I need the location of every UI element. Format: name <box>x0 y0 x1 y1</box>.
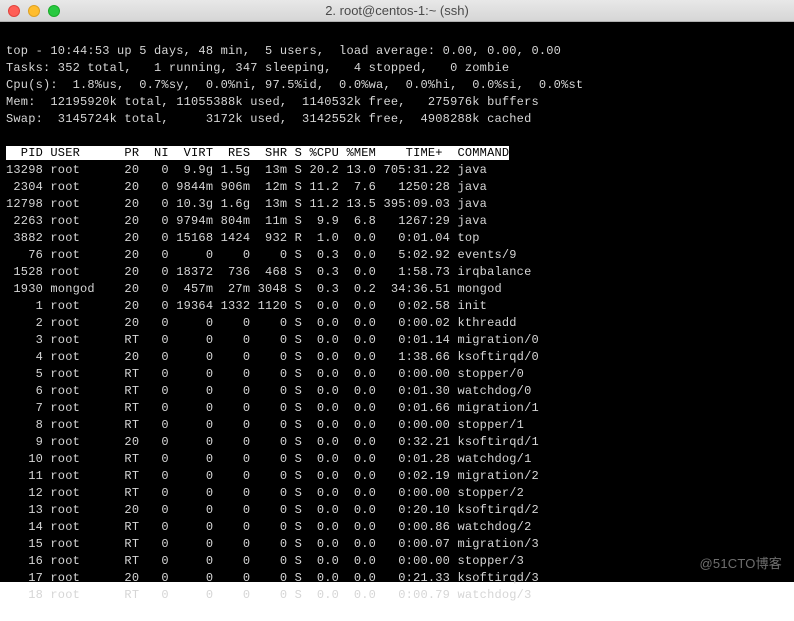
top-summary-line-3: Cpu(s): 1.8%us, 0.7%sy, 0.0%ni, 97.5%id,… <box>6 78 583 92</box>
traffic-lights <box>8 5 60 17</box>
watermark: @51CTO博客 <box>700 555 782 572</box>
top-summary-line-5: Swap: 3145724k total, 3172k used, 314255… <box>6 112 531 126</box>
terminal-output[interactable]: top - 10:44:53 up 5 days, 48 min, 5 user… <box>0 22 794 582</box>
window-titlebar: 2. root@centos-1:~ (ssh) <box>0 0 794 22</box>
top-summary-line-2: Tasks: 352 total, 1 running, 347 sleepin… <box>6 61 509 75</box>
process-table-body: 13298 root 20 0 9.9g 1.5g 13m S 20.2 13.… <box>6 163 539 602</box>
window-title: 2. root@centos-1:~ (ssh) <box>0 3 794 18</box>
minimize-icon[interactable] <box>28 5 40 17</box>
close-icon[interactable] <box>8 5 20 17</box>
top-summary-line-1: top - 10:44:53 up 5 days, 48 min, 5 user… <box>6 44 561 58</box>
process-table-header: PID USER PR NI VIRT RES SHR S %CPU %MEM … <box>6 146 509 160</box>
top-summary-line-4: Mem: 12195920k total, 11055388k used, 11… <box>6 95 539 109</box>
maximize-icon[interactable] <box>48 5 60 17</box>
